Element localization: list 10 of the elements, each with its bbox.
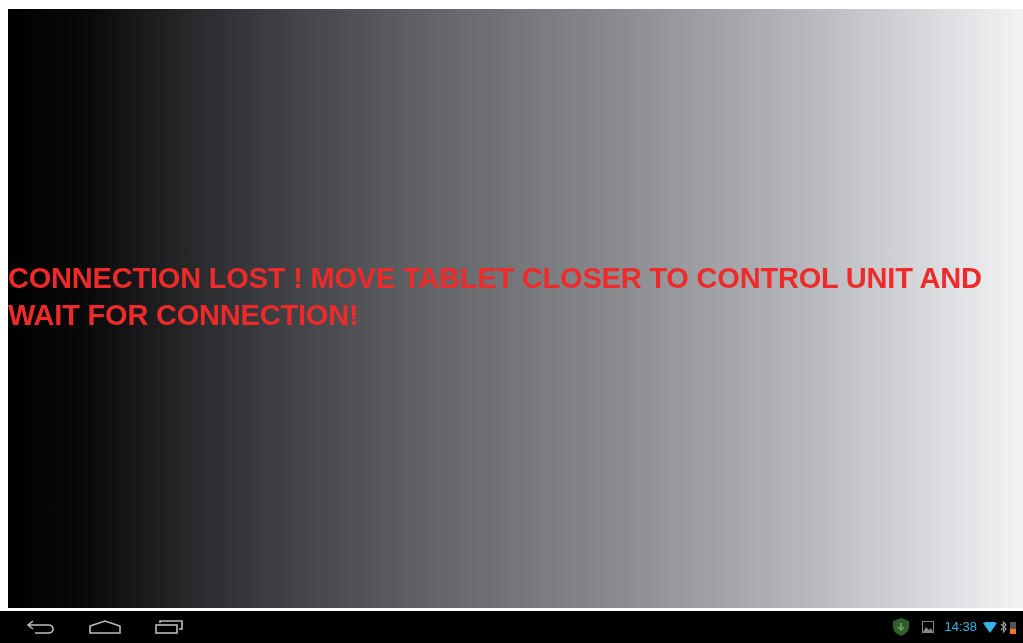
wifi-icon	[983, 621, 997, 633]
recent-apps-icon[interactable]	[155, 620, 183, 634]
image-icon	[922, 621, 935, 633]
battery-icon	[1010, 620, 1016, 634]
connection-lost-message: CONNECTION LOST ! MOVE TABLET CLOSER TO CONTROL UNIT AND WAIT FOR CONNECTION!	[8, 260, 983, 333]
back-icon[interactable]	[27, 620, 55, 634]
bluetooth-icon	[1000, 621, 1007, 633]
home-icon[interactable]	[89, 620, 121, 634]
shield-icon	[892, 617, 911, 637]
clock-time: 14:38	[944, 618, 977, 637]
